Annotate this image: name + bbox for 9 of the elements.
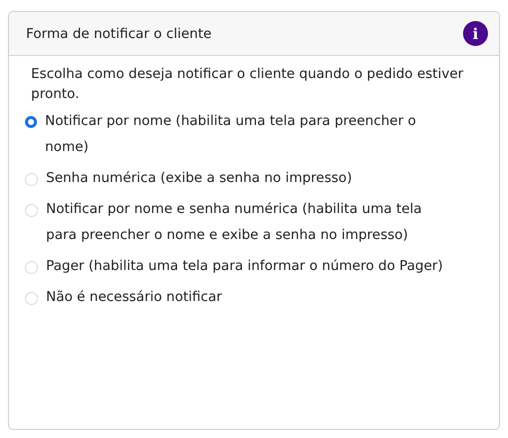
option-label[interactable]: Notificar por nome e senha numérica (habilita uma tela para preencher o nome e exibe a senha no impresso)	[46, 196, 446, 248]
description-text: Escolha como deseja notificar o cliente quando o pedido estiver pronto.	[31, 65, 464, 104]
option-label[interactable]: Não é necessário notificar	[46, 284, 222, 310]
card-title: Forma de notificar o cliente	[26, 26, 212, 42]
info-icon[interactable]: i	[463, 21, 488, 46]
option-label[interactable]: Pager (habilita uma tela para informar o número do Pager)	[46, 253, 443, 279]
radio-button[interactable]	[25, 116, 37, 128]
option-label[interactable]: Notificar por nome (habilita uma tela para preencher o nome)	[45, 108, 445, 160]
option-label[interactable]: Senha numérica (exibe a senha no impresso)	[46, 165, 352, 191]
